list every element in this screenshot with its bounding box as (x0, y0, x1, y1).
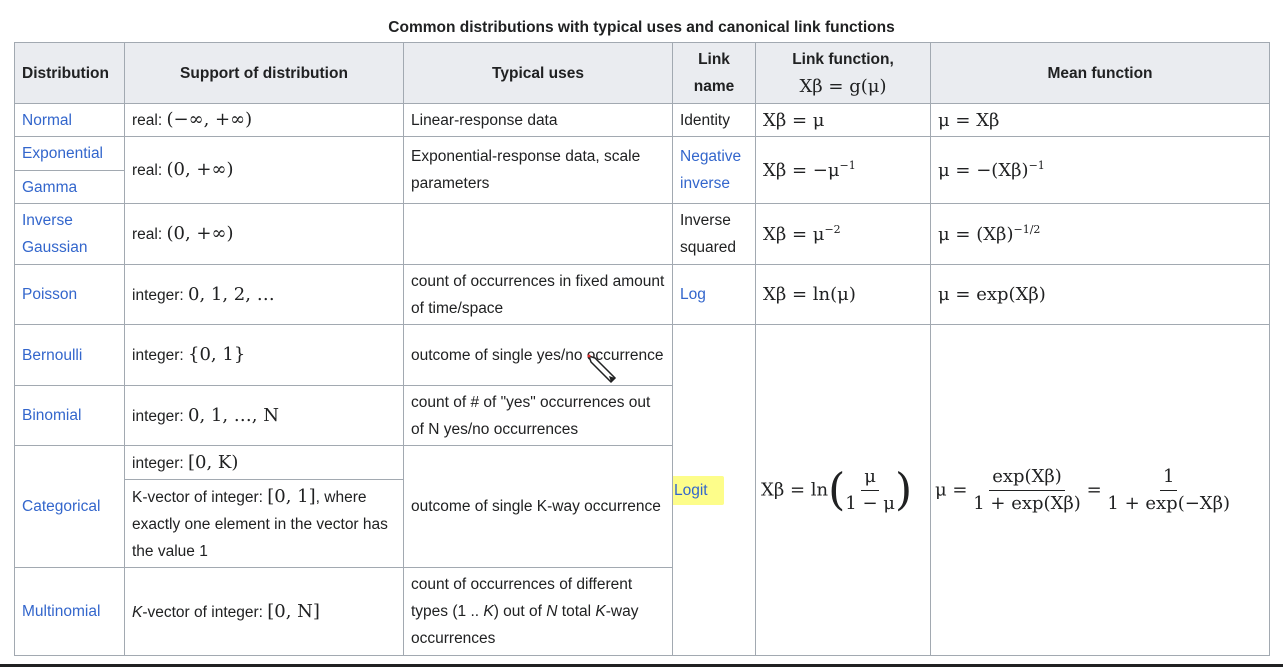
table-row-exponential: Exponential real: (0, +∞) Exponential-re… (14, 136, 1270, 204)
support-multinomial: K-vector of integer: [0, N] (124, 567, 404, 656)
support-binomial: integer: 0, 1, …, N (124, 385, 404, 446)
link-binomial[interactable]: Binomial (22, 407, 81, 424)
link-fn-log: Xβ = ln(μ) (755, 264, 931, 325)
uses-categorical: outcome of single K-way occurrence (403, 445, 673, 568)
support-categorical-b: K-vector of integer: [0, 1], where exact… (124, 479, 404, 568)
link-logit[interactable]: Logit (673, 475, 724, 505)
link-normal[interactable]: Normal (22, 112, 72, 129)
link-name-log: Log (672, 264, 756, 325)
support-inverse-gaussian: real: (0, +∞) (124, 203, 404, 265)
header-link-function: Link function, Xβ = g(μ) (755, 42, 931, 104)
link-name-logit: Logit (672, 324, 756, 656)
mean-fn-inverse-squared: μ = (Xβ)−1/2 (930, 203, 1270, 265)
link-negative-inverse[interactable]: Negative inverse (680, 148, 741, 192)
link-log[interactable]: Log (680, 286, 706, 303)
table-row-normal: Normal real: (−∞, +∞) Linear-response da… (14, 103, 1270, 137)
link-name-identity: Identity (672, 103, 756, 137)
link-fn-negative-inverse: Xβ = −μ−1 (755, 136, 931, 204)
distributions-table: Distribution Support of distribution Typ… (14, 42, 1270, 656)
link-inverse-gaussian[interactable]: Inverse Gaussian (22, 212, 87, 256)
link-name-negative-inverse: Negative inverse (672, 136, 756, 204)
header-link-name-line2: name (693, 78, 735, 95)
header-link-function-formula: Xβ = g(μ) (799, 75, 887, 97)
header-distribution: Distribution (14, 42, 125, 104)
uses-inverse-gaussian (403, 203, 673, 265)
uses-poisson: count of occurrences in fixed amount of … (403, 264, 673, 325)
header-mean-function: Mean function (930, 42, 1270, 104)
header-link-name-line1: Link (698, 51, 730, 68)
mean-fn-negative-inverse: μ = −(Xβ)−1 (930, 136, 1270, 204)
support-poisson: integer: 0, 1, 2, … (124, 264, 404, 325)
header-row: Distribution Support of distribution Typ… (14, 42, 1270, 104)
uses-normal: Linear-response data (403, 103, 673, 137)
link-poisson[interactable]: Poisson (22, 286, 77, 303)
bottom-rule (0, 664, 1283, 667)
support-categorical-a: integer: [0, K) (124, 445, 404, 480)
link-fn-inverse-squared: Xβ = μ−2 (755, 203, 931, 265)
table-row-poisson: Poisson integer: 0, 1, 2, … count of occ… (14, 264, 1270, 325)
link-fn-identity: Xβ = μ (755, 103, 931, 137)
header-typical-uses: Typical uses (403, 42, 673, 104)
link-fn-logit: Xβ = ln(μ 1 − μ) (755, 324, 931, 656)
table-caption: Common distributions with typical uses a… (388, 19, 895, 36)
header-link-function-label: Link function, (792, 50, 894, 68)
uses-bernoulli: outcome of single yes/no occurrence (403, 324, 673, 386)
mean-fn-logit: μ = exp(Xβ) 1 + exp(Xβ) = 11 + exp(−Xβ) (930, 324, 1270, 656)
table-row-bernoulli: Bernoulli integer: {0, 1} outcome of sin… (14, 324, 1270, 656)
uses-binomial: count of # of "yes" occurrences out of N… (403, 385, 673, 446)
table-row-inverse-gaussian: Inverse Gaussian real: (0, +∞) Inverse squ… (14, 203, 1270, 265)
link-categorical[interactable]: Categorical (22, 498, 100, 515)
uses-multinomial: count of occurrences of different types … (403, 567, 673, 656)
pen-cursor-icon (587, 354, 617, 384)
link-multinomial[interactable]: Multinomial (22, 603, 100, 620)
support-normal: real: (−∞, +∞) (124, 103, 404, 137)
link-name-inverse-squared: Inverse squared (672, 203, 756, 265)
support-bernoulli: integer: {0, 1} (124, 324, 404, 386)
header-support: Support of distribution (124, 42, 404, 104)
mean-fn-identity: μ = Xβ (930, 103, 1270, 137)
uses-exponential-gamma: Exponential-response data, scale paramet… (403, 136, 673, 204)
link-gamma[interactable]: Gamma (22, 179, 77, 196)
link-bernoulli[interactable]: Bernoulli (22, 347, 82, 364)
mean-fn-log: μ = exp(Xβ) (930, 264, 1270, 325)
support-exponential-gamma: real: (0, +∞) (124, 136, 404, 204)
header-link-name: Link name (672, 42, 756, 104)
link-exponential[interactable]: Exponential (22, 145, 103, 162)
